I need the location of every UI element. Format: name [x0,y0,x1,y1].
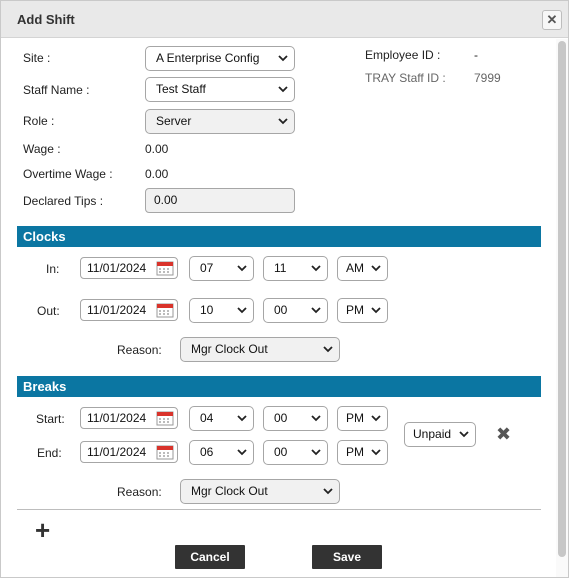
clock-in-minute-value: 11 [274,261,287,275]
chevron-down-icon [278,86,288,93]
remove-icon[interactable]: ✖ [496,424,511,445]
break-start-hour-value: 04 [200,411,214,425]
break-reason-label: Reason: [117,485,162,499]
break-start-minute-select[interactable]: 00 [263,406,328,431]
break-paid-select[interactable]: Unpaid [404,422,476,447]
chevron-down-icon [237,307,247,314]
dialog-titlebar: Add Shift ✕ [1,1,568,38]
calendar-icon[interactable] [156,260,174,276]
overtime-wage-value: 0.00 [145,167,169,181]
break-end-date-value: 11/01/2024 [87,445,147,459]
break-end-hour-select[interactable]: 06 [189,440,254,465]
wage-value: 0.00 [145,142,169,156]
clock-out-hour-select[interactable]: 10 [189,298,254,323]
chevron-down-icon [371,307,381,314]
clock-out-label: Out: [37,304,60,318]
break-end-minute-value: 00 [274,445,288,459]
calendar-icon[interactable] [156,444,174,460]
clock-in-ampm-value: AM [346,261,364,275]
clock-in-date-input[interactable]: 11/01/2024 [80,257,178,279]
add-shift-dialog: Add Shift ✕ Site : A Enterprise Config S… [0,0,569,578]
dialog-title: Add Shift [17,12,75,27]
chevron-down-icon [311,449,321,456]
role-value: Server [156,114,192,128]
site-select[interactable]: A Enterprise Config [145,46,295,71]
clock-in-label: In: [46,262,60,276]
calendar-icon[interactable] [156,410,174,426]
role-label: Role : [23,114,55,128]
clock-out-ampm-select[interactable]: PM [337,298,388,323]
clock-in-minute-select[interactable]: 11 [263,256,328,281]
chevron-down-icon [323,346,333,353]
break-start-minute-value: 00 [274,411,288,425]
break-start-ampm-select[interactable]: PM [337,406,388,431]
declared-tips-input[interactable]: 0.00 [145,188,295,213]
clock-out-minute-value: 00 [274,303,288,317]
break-start-hour-select[interactable]: 04 [189,406,254,431]
divider [17,509,541,510]
chevron-down-icon [371,265,381,272]
calendar-icon[interactable] [156,302,174,318]
break-end-date-input[interactable]: 11/01/2024 [80,441,178,463]
employee-id-value: - [474,48,478,62]
clock-reason-select[interactable]: Mgr Clock Out [180,337,340,362]
close-icon[interactable]: ✕ [542,10,562,30]
break-end-label: End: [37,446,62,460]
wage-label: Wage : [23,142,61,156]
clock-out-date-input[interactable]: 11/01/2024 [80,299,178,321]
tray-staff-id-label: TRAY Staff ID : [365,71,446,85]
clock-out-ampm-value: PM [346,303,364,317]
break-paid-value: Unpaid [413,427,452,441]
chevron-down-icon [278,118,288,125]
employee-id-label: Employee ID : [365,48,441,62]
break-start-ampm-value: PM [346,411,364,425]
chevron-down-icon [371,415,381,422]
save-button[interactable]: Save [312,545,382,569]
clock-in-ampm-select[interactable]: AM [337,256,388,281]
plus-icon[interactable]: + [35,515,50,545]
clock-reason-value: Mgr Clock Out [191,342,268,356]
role-select[interactable]: Server [145,109,295,134]
break-start-date-input[interactable]: 11/01/2024 [80,407,178,429]
break-start-date-value: 11/01/2024 [87,411,147,425]
break-reason-select[interactable]: Mgr Clock Out [180,479,340,504]
scrollbar-thumb[interactable] [558,41,566,557]
chevron-down-icon [237,449,247,456]
break-end-hour-value: 06 [200,445,214,459]
staff-name-value: Test Staff [156,82,206,96]
clock-out-hour-value: 10 [200,303,214,317]
chevron-down-icon [278,55,288,62]
overtime-wage-label: Overtime Wage : [23,167,113,181]
site-select-value: A Enterprise Config [156,51,260,65]
clocks-section-header: Clocks [17,226,541,247]
site-label: Site : [23,51,51,65]
chevron-down-icon [459,431,469,438]
tray-staff-id-value: 7999 [474,71,501,85]
break-end-minute-select[interactable]: 00 [263,440,328,465]
clock-out-date-value: 11/01/2024 [87,303,147,317]
cancel-button[interactable]: Cancel [175,545,245,569]
break-end-ampm-value: PM [346,445,364,459]
staff-name-select[interactable]: Test Staff [145,77,295,102]
break-reason-value: Mgr Clock Out [191,484,268,498]
break-end-ampm-select[interactable]: PM [337,440,388,465]
declared-tips-label: Declared Tips : [23,194,104,208]
chevron-down-icon [311,307,321,314]
clock-in-hour-value: 07 [200,261,214,275]
clock-in-hour-select[interactable]: 07 [189,256,254,281]
chevron-down-icon [237,265,247,272]
chevron-down-icon [311,415,321,422]
chevron-down-icon [311,265,321,272]
chevron-down-icon [371,449,381,456]
clock-in-date-value: 11/01/2024 [87,261,147,275]
break-start-label: Start: [36,412,65,426]
chevron-down-icon [237,415,247,422]
clock-out-minute-select[interactable]: 00 [263,298,328,323]
clock-reason-label: Reason: [117,343,162,357]
chevron-down-icon [323,488,333,495]
staff-name-label: Staff Name : [23,83,90,97]
breaks-section-header: Breaks [17,376,541,397]
